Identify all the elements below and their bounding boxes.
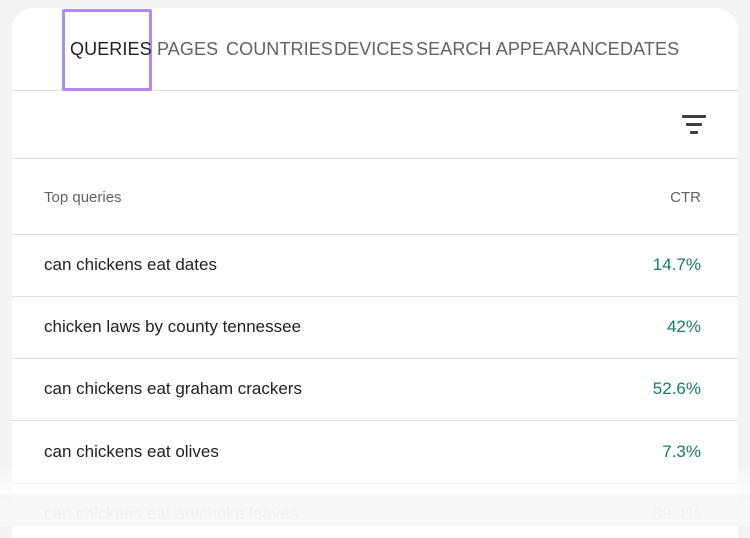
table-row[interactable]: can chickens eat graham crackers 52.6% [12,359,738,421]
column-header-top-queries[interactable]: Top queries [44,189,122,206]
filter-icon[interactable] [678,111,708,139]
query-cell: can chickens eat olives [44,442,219,461]
table-row[interactable]: chicken laws by county tennessee 42% [12,297,738,359]
tab-countries[interactable]: COUNTRIES [226,39,333,60]
table-row[interactable]: can chickens eat olives 7.3% [12,422,738,484]
column-header-ctr[interactable]: CTR [670,189,701,206]
ctr-cell: 7.3% [662,442,701,461]
tab-devices[interactable]: DEVICES [334,39,414,60]
tab-dates[interactable]: DATES [620,39,679,60]
query-cell: can chickens eat dates [44,255,217,274]
table-header: Top queries CTR [12,160,738,235]
ctr-cell: 14.7% [652,255,701,274]
performance-card: QUERIES PAGES COUNTRIES DEVICES SEARCH A… [12,8,738,538]
ctr-cell: 52.6% [652,379,701,398]
query-cell: can chickens eat artichoke leaves [44,504,299,523]
tab-queries[interactable]: QUERIES [70,39,152,60]
ctr-cell: 39.4% [652,504,701,523]
ctr-cell: 42% [666,317,701,336]
query-cell: chicken laws by county tennessee [44,317,302,336]
table-row[interactable]: can chickens eat dates 14.7% [12,235,738,297]
table-toolbar [12,92,738,159]
query-cell: can chickens eat graham crackers [44,379,302,398]
tab-pages[interactable]: PAGES [157,39,218,60]
tab-search-appearance[interactable]: SEARCH APPEARANCE [416,39,620,60]
table-row[interactable]: can chickens eat artichoke leaves 39.4% [12,484,738,538]
tab-bar: QUERIES PAGES COUNTRIES DEVICES SEARCH A… [12,8,738,91]
